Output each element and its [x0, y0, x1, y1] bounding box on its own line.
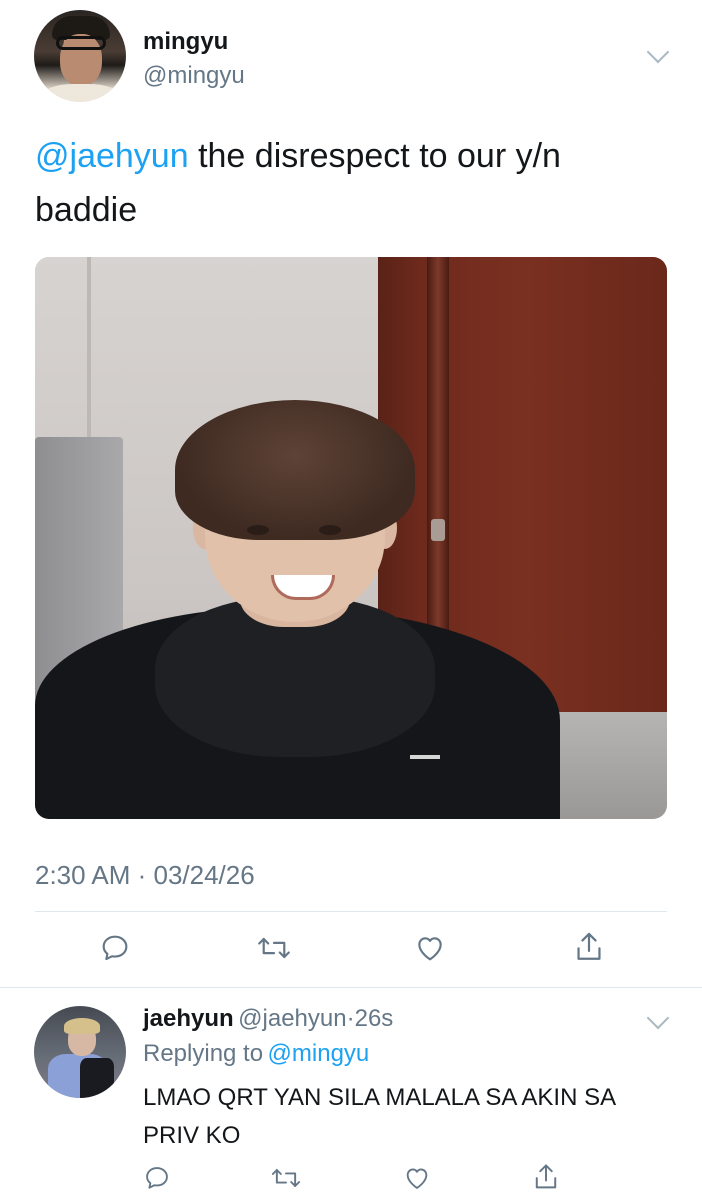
replying-to-label: Replying to	[143, 1040, 264, 1067]
reply-separator: ·	[346, 1005, 355, 1032]
photo-jacket-logo	[410, 735, 440, 759]
tweet-text: @jaehyun the disrespect to our y/n baddi…	[35, 129, 675, 237]
tweet-timestamp[interactable]: 2:30 AM · 03/24/26	[35, 860, 255, 891]
reply-text-line2: PRIV KO	[143, 1122, 241, 1149]
author-handle[interactable]: @mingyu	[143, 62, 245, 90]
reply-author-avatar[interactable]	[34, 1006, 126, 1098]
tweet-text-line1: the disrespect to our y/n	[198, 137, 561, 175]
reply-text-line1: LMAO QRT YAN SILA MALALA SA AKIN SA	[143, 1084, 617, 1111]
reply-reply-icon[interactable]	[143, 1164, 171, 1192]
photo-hair	[175, 400, 415, 540]
tweet-text-line2: baddie	[35, 191, 138, 229]
reply-chevron-down-icon[interactable]	[646, 1006, 670, 1030]
reply-retweet-icon[interactable]	[270, 1164, 302, 1192]
avatar-shirt	[42, 84, 120, 102]
share-icon[interactable]	[573, 930, 605, 964]
author-avatar[interactable]	[34, 10, 126, 102]
avatar-jacket	[80, 1058, 114, 1098]
replying-to: Replying to @mingyu	[143, 1040, 369, 1068]
chevron-down-icon[interactable]	[646, 40, 670, 64]
avatar-glasses	[56, 36, 106, 50]
author-name[interactable]: mingyu	[143, 28, 228, 56]
reply-header: jaehyun @jaehyun·26s	[143, 1005, 393, 1033]
photo-eye-right	[319, 525, 341, 535]
divider	[35, 911, 667, 912]
retweet-icon[interactable]	[256, 932, 292, 964]
reply-age[interactable]: 26s	[355, 1005, 394, 1032]
avatar-hair	[64, 1018, 100, 1034]
photo-door-hinge	[431, 519, 445, 541]
tweet-separator	[0, 987, 702, 988]
reply-author-handle[interactable]: @jaehyun	[238, 1005, 346, 1032]
reply-icon[interactable]	[99, 932, 131, 964]
like-icon[interactable]	[414, 932, 446, 964]
reply-author-name[interactable]: jaehyun	[143, 1005, 234, 1032]
reply-share-icon[interactable]	[532, 1162, 560, 1192]
replying-to-link[interactable]: @mingyu	[268, 1040, 370, 1067]
reply-text: LMAO QRT YAN SILA MALALA SA AKIN SA PRIV…	[143, 1079, 683, 1155]
tweet-photo[interactable]	[35, 257, 667, 819]
mention-link[interactable]: @jaehyun	[35, 137, 189, 175]
reply-like-icon[interactable]	[403, 1164, 431, 1192]
photo-eye-left	[247, 525, 269, 535]
